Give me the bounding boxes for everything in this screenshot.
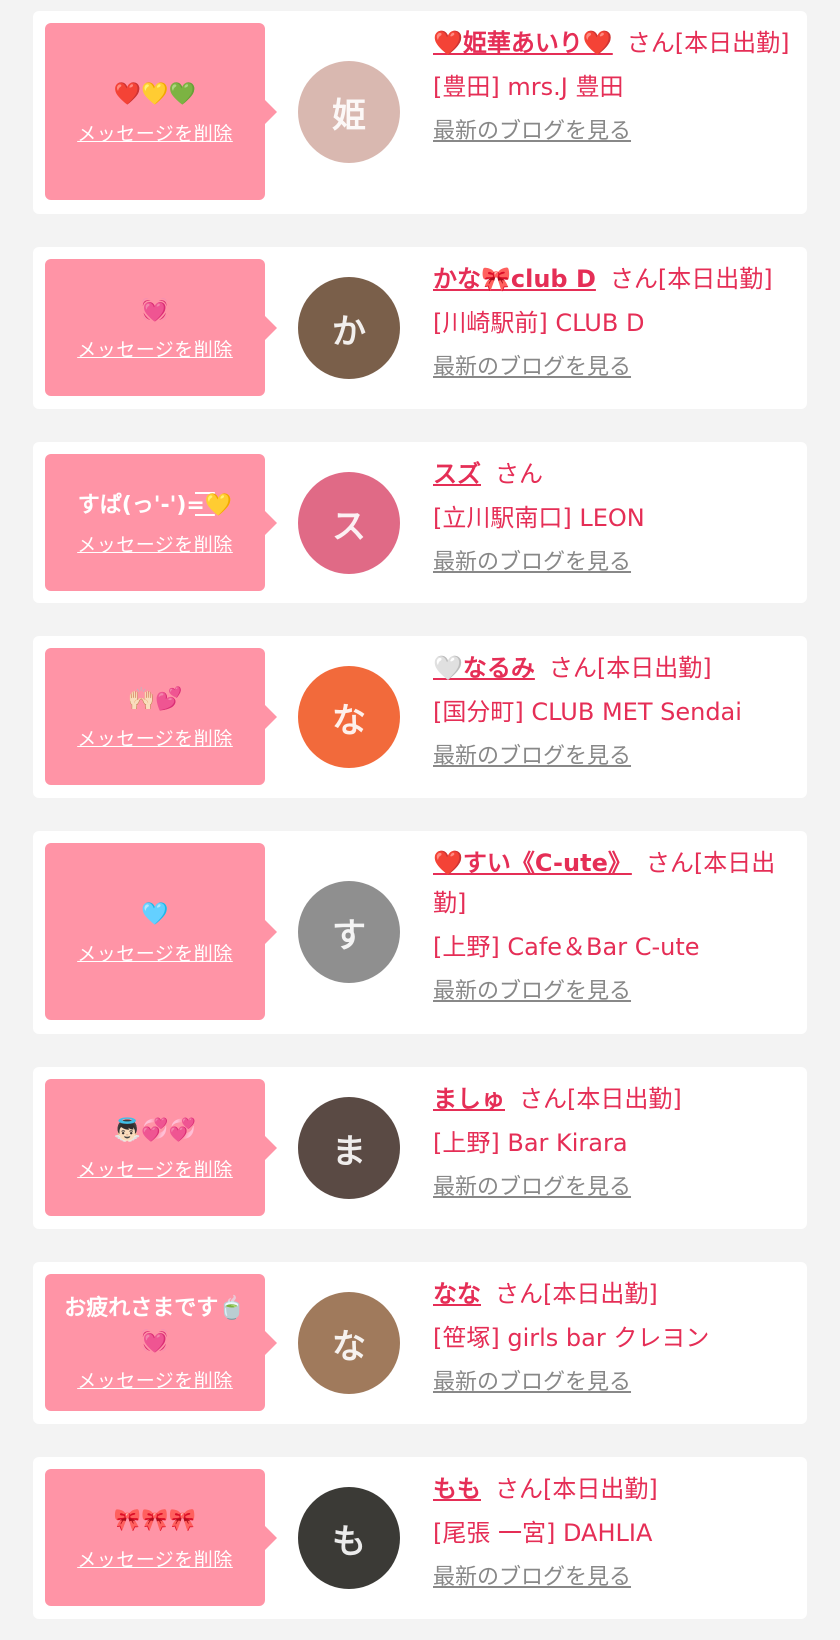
cast-name-link[interactable]: ❤️すい《C-ute》 — [433, 849, 632, 877]
message-list: ❤️💛💚 メッセージを削除 姫 ❤️姫華あいり❤️ さん[本日出勤] [豊田] m… — [0, 0, 840, 1640]
avatar-initial: ス — [332, 506, 366, 547]
avatar[interactable]: ま — [298, 1097, 400, 1199]
blog-link[interactable]: 最新のブログを見る — [433, 742, 631, 772]
message-card: 👼🏻💞💞 メッセージを削除 ま ましゅ さん[本日出勤] [上野] Bar Kir… — [33, 1067, 807, 1229]
cast-info: ❤️すい《C-ute》 さん[本日出勤] [上野] Cafe＆Bar C-ute … — [433, 843, 795, 1007]
cast-suffix: さん[本日出勤] — [626, 29, 790, 57]
message-bubble: 🩵 メッセージを削除 — [45, 843, 277, 1020]
message-card: お疲れさまです🍵💓 メッセージを削除 な なな さん[本日出勤] [笹塚] gir… — [33, 1262, 807, 1424]
cast-name-link[interactable]: ましゅ — [433, 1085, 505, 1113]
message-card: 💓 メッセージを削除 か かな🎀club D さん[本日出勤] [川崎駅前] CL… — [33, 247, 807, 409]
message-card: ❤️💛💚 メッセージを削除 姫 ❤️姫華あいり❤️ さん[本日出勤] [豊田] m… — [33, 11, 807, 214]
cast-title-line: かな🎀club D さん[本日出勤] — [433, 259, 795, 299]
shop-label: [上野] Bar Kirara — [433, 1129, 628, 1157]
avatar[interactable]: す — [298, 881, 400, 983]
delete-message-link[interactable]: メッセージを削除 — [77, 119, 233, 146]
cast-name-link[interactable]: 🤍なるみ — [433, 654, 535, 682]
blog-link[interactable]: 最新のブログを見る — [433, 977, 631, 1007]
cast-suffix: さん[本日出勤] — [609, 265, 773, 293]
cast-name-link[interactable]: スズ — [433, 460, 481, 488]
cast-title-line: ❤️すい《C-ute》 さん[本日出勤] — [433, 843, 795, 923]
message-card: 🙌🏻💕 メッセージを削除 な 🤍なるみ さん[本日出勤] [国分町] CLUB M… — [33, 636, 807, 798]
delete-message-link[interactable]: メッセージを削除 — [77, 530, 233, 557]
delete-message-link[interactable]: メッセージを削除 — [77, 1366, 233, 1393]
blog-link[interactable]: 最新のブログを見る — [433, 117, 631, 147]
avatar-initial: な — [332, 1326, 366, 1367]
blog-link[interactable]: 最新のブログを見る — [433, 1563, 631, 1593]
cast-name-link[interactable]: もも — [433, 1475, 481, 1503]
avatar[interactable]: な — [298, 666, 400, 768]
cast-suffix: さん[本日出勤] — [495, 1280, 658, 1308]
avatar-initial: 姫 — [332, 95, 366, 136]
message-text: 👼🏻💞💞 — [113, 1117, 197, 1143]
cast-name-link[interactable]: なな — [433, 1280, 481, 1308]
message-text: ❤️💛💚 — [113, 81, 197, 107]
blog-link[interactable]: 最新のブログを見る — [433, 1173, 631, 1203]
message-text: 🎀🎀🎀 — [113, 1507, 197, 1533]
message-text: 🙌🏻💕 — [127, 686, 183, 712]
avatar[interactable]: 姫 — [298, 61, 400, 163]
cast-info: 🤍なるみ さん[本日出勤] [国分町] CLUB MET Sendai 最新のブロ… — [433, 648, 795, 772]
blog-link[interactable]: 最新のブログを見る — [433, 353, 631, 383]
message-text: すぱ(っ'-')=͟͟͞͞💛 — [77, 492, 233, 518]
message-bubble: お疲れさまです🍵💓 メッセージを削除 — [45, 1274, 277, 1411]
cast-title-line: 🤍なるみ さん[本日出勤] — [433, 648, 795, 688]
cast-suffix: さん[本日出勤] — [495, 1475, 658, 1503]
cast-suffix: さん — [495, 460, 543, 488]
shop-label: [上野] Cafe＆Bar C-ute — [433, 933, 700, 961]
avatar-initial: す — [332, 915, 366, 956]
cast-title-line: ❤️姫華あいり❤️ さん[本日出勤] — [433, 23, 795, 63]
cast-title-line: もも さん[本日出勤] — [433, 1469, 795, 1509]
cast-info: スズ さん [立川駅南口] LEON 最新のブログを見る — [433, 454, 795, 578]
message-bubble: 💓 メッセージを削除 — [45, 259, 277, 396]
message-text: 💓 — [141, 297, 169, 323]
shop-label: [川崎駅前] CLUB D — [433, 309, 645, 337]
cast-name-link[interactable]: かな🎀club D — [433, 265, 596, 293]
cast-title-line: ましゅ さん[本日出勤] — [433, 1079, 795, 1119]
cast-name-link[interactable]: ❤️姫華あいり❤️ — [433, 29, 613, 57]
avatar[interactable]: ス — [298, 472, 400, 574]
cast-info: かな🎀club D さん[本日出勤] [川崎駅前] CLUB D 最新のブログを見… — [433, 259, 795, 383]
blog-link[interactable]: 最新のブログを見る — [433, 1368, 631, 1398]
message-bubble: ❤️💛💚 メッセージを削除 — [45, 23, 277, 200]
message-bubble: すぱ(っ'-')=͟͟͞͞💛 メッセージを削除 — [45, 454, 277, 591]
shop-label: [立川駅南口] LEON — [433, 504, 645, 532]
avatar-initial: な — [332, 700, 366, 741]
message-text: お疲れさまです🍵💓 — [64, 1296, 246, 1354]
avatar[interactable]: か — [298, 277, 400, 379]
delete-message-link[interactable]: メッセージを削除 — [77, 1545, 233, 1572]
cast-info: ❤️姫華あいり❤️ さん[本日出勤] [豊田] mrs.J 豊田 最新のブログを見… — [433, 23, 795, 147]
cast-info: なな さん[本日出勤] [笹塚] girls bar クレヨン 最新のブログを見る — [433, 1274, 795, 1398]
message-bubble: 🎀🎀🎀 メッセージを削除 — [45, 1469, 277, 1606]
message-card: 🎀🎀🎀 メッセージを削除 も もも さん[本日出勤] [尾張 一宮] DAHLIA… — [33, 1457, 807, 1619]
message-bubble: 🙌🏻💕 メッセージを削除 — [45, 648, 277, 785]
delete-message-link[interactable]: メッセージを削除 — [77, 939, 233, 966]
message-text: 🩵 — [141, 901, 169, 927]
cast-title-line: なな さん[本日出勤] — [433, 1274, 795, 1314]
message-card: 🩵 メッセージを削除 す ❤️すい《C-ute》 さん[本日出勤] [上野] Ca… — [33, 831, 807, 1034]
avatar-initial: も — [332, 1521, 366, 1562]
avatar[interactable]: な — [298, 1292, 400, 1394]
cast-title-line: スズ さん — [433, 454, 795, 494]
shop-label: [笹塚] girls bar クレヨン — [433, 1324, 710, 1352]
shop-label: [尾張 一宮] DAHLIA — [433, 1519, 653, 1547]
avatar-initial: ま — [332, 1131, 366, 1172]
delete-message-link[interactable]: メッセージを削除 — [77, 335, 233, 362]
avatar-initial: か — [332, 311, 366, 352]
delete-message-link[interactable]: メッセージを削除 — [77, 724, 233, 751]
cast-suffix: さん[本日出勤] — [519, 1085, 682, 1113]
shop-label: [国分町] CLUB MET Sendai — [433, 698, 742, 726]
cast-suffix: さん[本日出勤] — [548, 654, 712, 682]
message-bubble: 👼🏻💞💞 メッセージを削除 — [45, 1079, 277, 1216]
avatar[interactable]: も — [298, 1487, 400, 1589]
shop-label: [豊田] mrs.J 豊田 — [433, 73, 624, 101]
delete-message-link[interactable]: メッセージを削除 — [77, 1155, 233, 1182]
cast-info: もも さん[本日出勤] [尾張 一宮] DAHLIA 最新のブログを見る — [433, 1469, 795, 1593]
message-card: すぱ(っ'-')=͟͟͞͞💛 メッセージを削除 ス スズ さん [立川駅南口] L… — [33, 442, 807, 603]
blog-link[interactable]: 最新のブログを見る — [433, 548, 631, 578]
cast-info: ましゅ さん[本日出勤] [上野] Bar Kirara 最新のブログを見る — [433, 1079, 795, 1203]
